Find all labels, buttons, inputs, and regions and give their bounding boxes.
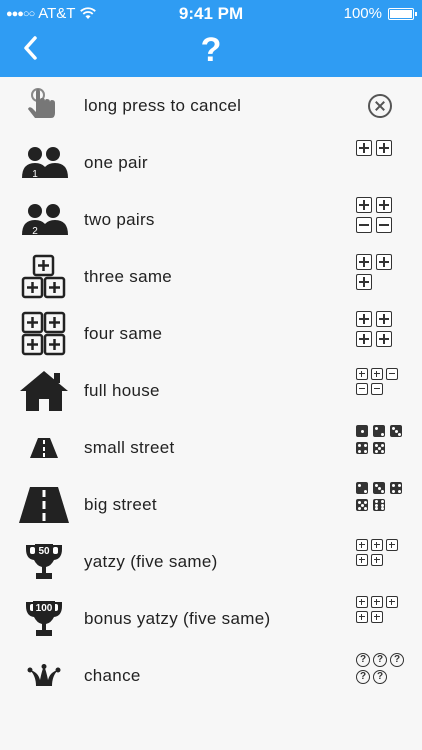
combo-icons: ? ? ? ? ? [356,653,406,684]
two-pairs-icon: 2 [18,197,70,243]
list-item[interactable]: small street [0,419,422,476]
row-label: one pair [84,153,148,172]
row-label: four same [84,324,163,343]
list-item[interactable]: three same [0,248,422,305]
page-title: ? [200,31,222,69]
jester-hat-icon [18,653,70,699]
list-item[interactable]: full house [0,362,422,419]
plus-box-icon [356,611,368,623]
list-item[interactable]: 2 two pairs [0,191,422,248]
plus-box-icon [371,368,383,380]
plus-box-icon [371,554,383,566]
scoring-list: long press to cancel 1 one pair 2 two pa… [0,77,422,704]
three-same-icon [18,254,70,300]
row-label: bonus yatzy (five same) [84,609,271,628]
nav-bar: ? [0,27,422,77]
list-item[interactable]: long press to cancel [0,77,422,134]
trophy-50-icon: 50 [18,539,70,585]
list-item[interactable]: chance ? ? ? ? ? [0,647,422,704]
badge-text: 50 [38,546,50,557]
combo-icons [356,311,406,347]
die-six-icon [373,499,385,511]
list-item[interactable]: four same [0,305,422,362]
question-icon: ? [373,653,387,667]
cancel-icon[interactable] [368,94,392,118]
row-label: chance [84,666,141,685]
combo-icons [356,482,406,511]
plus-box-icon [386,596,398,608]
plus-box-icon [376,140,392,156]
badge-text: 100 [36,603,53,614]
trophy-100-icon: 100 [18,596,70,642]
combo-icons [356,254,406,290]
plus-box-icon [356,596,368,608]
list-item[interactable]: 100 bonus yatzy (five same) [0,590,422,647]
hand-press-icon [18,83,70,129]
plus-box-icon [371,596,383,608]
combo-icons [356,368,406,395]
row-label: big street [84,495,157,514]
small-road-icon [18,425,70,471]
minus-box-icon [376,217,392,233]
row-label: small street [84,438,175,457]
plus-box-icon [356,368,368,380]
plus-box-icon [376,197,392,213]
plus-box-icon [356,197,372,213]
plus-box-icon [356,554,368,566]
row-label: full house [84,381,160,400]
minus-box-icon [356,383,368,395]
plus-box-icon [376,311,392,327]
four-same-icon [18,311,70,357]
question-icon: ? [356,670,370,684]
die-two-icon [373,425,385,437]
battery-percent: 100% [343,5,382,22]
badge-text: 2 [32,226,38,237]
combo-icons [356,197,406,233]
die-four-icon [390,482,402,494]
list-item[interactable]: 1 one pair [0,134,422,191]
row-label: yatzy (five same) [84,552,218,571]
combo-icons [356,539,406,566]
combo-icons [356,140,406,156]
plus-box-icon [356,539,368,551]
plus-box-icon [356,331,372,347]
minus-box-icon [371,383,383,395]
minus-box-icon [356,217,372,233]
die-three-icon [390,425,402,437]
status-bar: ●●●○○ AT&T 9:41 PM 100% [0,0,422,27]
house-icon [18,368,70,414]
pair-icon: 1 [18,140,70,186]
die-two-icon [356,482,368,494]
die-three-icon [373,482,385,494]
combo-icons [356,596,406,623]
die-four-icon [356,442,368,454]
plus-box-icon [371,611,383,623]
plus-box-icon [376,331,392,347]
battery-icon [388,7,417,20]
list-item[interactable]: 50 yatzy (five same) [0,533,422,590]
row-label: three same [84,267,173,286]
plus-box-icon [376,254,392,270]
badge-text: 1 [32,169,38,180]
plus-box-icon [356,254,372,270]
die-five-icon [356,499,368,511]
row-label: long press to cancel [84,96,242,115]
plus-box-icon [356,274,372,290]
list-item[interactable]: big street [0,476,422,533]
question-icon: ? [356,653,370,667]
combo-icons [356,425,406,454]
question-icon: ? [373,670,387,684]
die-five-icon [373,442,385,454]
question-icon: ? [390,653,404,667]
plus-box-icon [371,539,383,551]
plus-box-icon [356,311,372,327]
die-one-icon [356,425,368,437]
big-road-icon [18,482,70,528]
plus-box-icon [386,539,398,551]
plus-box-icon [356,140,372,156]
row-label: two pairs [84,210,155,229]
minus-box-icon [386,368,398,380]
